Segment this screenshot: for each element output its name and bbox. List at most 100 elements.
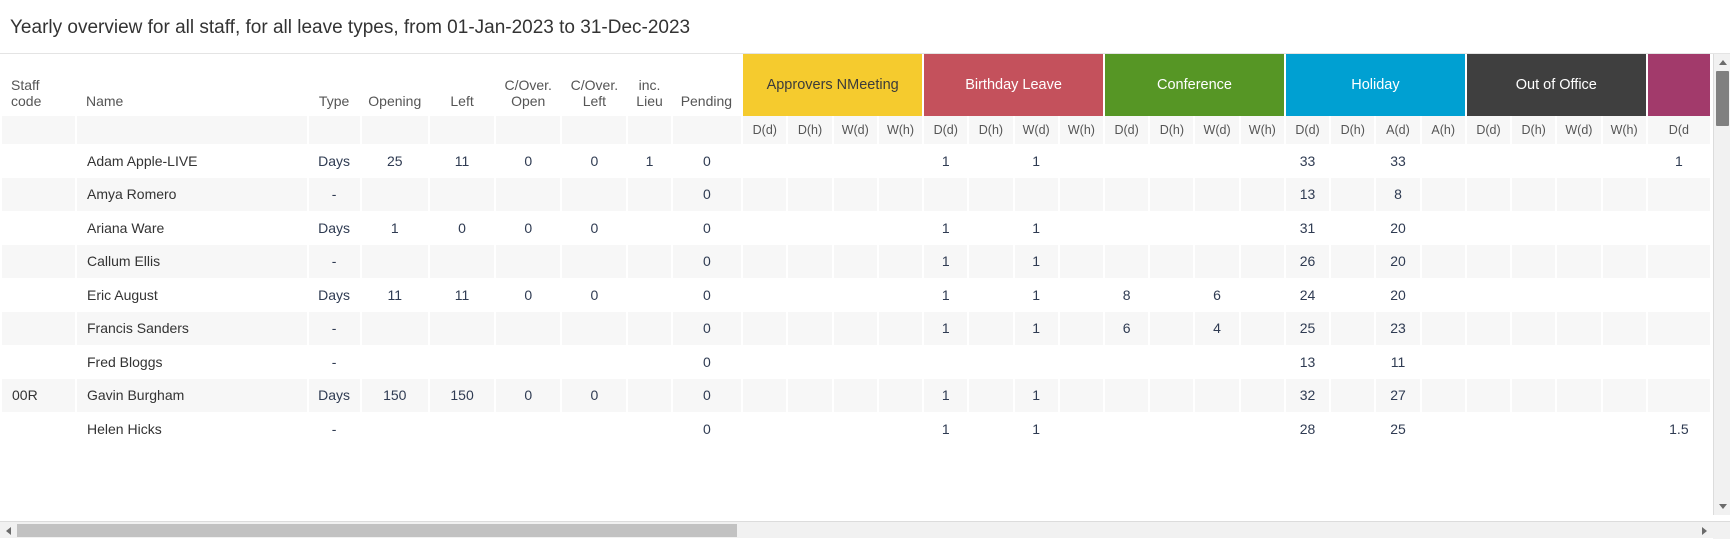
- table-row[interactable]: 00RGavin BurghamDays150150000113227: [1, 379, 1711, 413]
- cell-leave-value: [1647, 345, 1711, 379]
- sub-header-Dd[interactable]: D(d): [742, 116, 787, 144]
- cell-leave-value: [787, 278, 832, 312]
- column-header-code[interactable]: Staffcode: [1, 54, 76, 116]
- column-header-left[interactable]: Left: [429, 54, 495, 116]
- leave-type-group-header[interactable]: [1647, 54, 1711, 116]
- sub-header-Dd[interactable]: D(d): [923, 116, 968, 144]
- cell-leave-value: [1556, 312, 1601, 346]
- column-header-name[interactable]: Name: [76, 54, 308, 116]
- vertical-scrollbar[interactable]: [1713, 54, 1730, 515]
- cell-leave-value: 28: [1285, 412, 1330, 446]
- horizontal-scrollbar-thumb[interactable]: [17, 524, 737, 537]
- sub-header-Dh[interactable]: D(h): [1149, 116, 1194, 144]
- cell-leave-value: [1059, 144, 1104, 178]
- sub-header-Ah[interactable]: A(h): [1421, 116, 1466, 144]
- cell-leave-value: [742, 278, 787, 312]
- column-header-pending[interactable]: Pending: [672, 54, 743, 116]
- sub-header-Wd[interactable]: W(d): [1014, 116, 1059, 144]
- cell-cover_open: [495, 178, 561, 212]
- scroll-left-arrow-icon[interactable]: [0, 522, 17, 539]
- column-header-cover_left[interactable]: C/Over.Left: [561, 54, 627, 116]
- cell-pending: 0: [672, 178, 743, 212]
- table-row[interactable]: Callum Ellis-0112620: [1, 245, 1711, 279]
- cell-opening: 11: [361, 278, 429, 312]
- cell-leave-value: 4: [1194, 312, 1239, 346]
- column-header-line2: code: [11, 93, 76, 109]
- table-row[interactable]: Eric AugustDays111100011862420: [1, 278, 1711, 312]
- cell-leave-value: [1014, 178, 1059, 212]
- sub-header-Dd[interactable]: D(d): [1104, 116, 1149, 144]
- leave-type-group-header[interactable]: Conference: [1104, 54, 1285, 116]
- cell-inc_lieu: [627, 278, 671, 312]
- sub-header-Wd[interactable]: W(d): [833, 116, 878, 144]
- cell-leave-value: [1149, 379, 1194, 413]
- cell-leave-value: [1466, 379, 1511, 413]
- sub-header-Wd[interactable]: W(d): [1194, 116, 1239, 144]
- sub-header-Ad[interactable]: A(d): [1375, 116, 1420, 144]
- scroll-up-arrow-icon[interactable]: [1714, 54, 1730, 71]
- column-header-line2: Opening: [361, 93, 429, 109]
- sub-header-Wd[interactable]: W(d): [1556, 116, 1601, 144]
- cell-leave-value: 1: [923, 144, 968, 178]
- cell-cover_open: 0: [495, 278, 561, 312]
- horizontal-scrollbar[interactable]: [0, 521, 1730, 538]
- table-row[interactable]: Helen Hicks-01128251.5: [1, 412, 1711, 446]
- cell-leave-value: [1330, 178, 1375, 212]
- cell-leave-value: [1511, 144, 1556, 178]
- cell-leave-value: [1194, 412, 1239, 446]
- cell-type: -: [308, 412, 361, 446]
- leave-type-group-header[interactable]: Holiday: [1285, 54, 1466, 116]
- table-row[interactable]: Francis Sanders-011642523: [1, 312, 1711, 346]
- cell-leave-value: 1: [923, 412, 968, 446]
- scrollbar-corner: [1713, 522, 1730, 539]
- sub-header-blank: [672, 116, 743, 144]
- table-row[interactable]: Amya Romero-0138: [1, 178, 1711, 212]
- sub-header-Dd[interactable]: D(d): [1466, 116, 1511, 144]
- sub-header-Wh[interactable]: W(h): [1602, 116, 1647, 144]
- cell-leave-value: 1: [1647, 144, 1711, 178]
- cell-leave-value: [1556, 345, 1601, 379]
- cell-leave-value: 27: [1375, 379, 1420, 413]
- cell-leave-value: [1647, 278, 1711, 312]
- leave-type-group-header[interactable]: Birthday Leave: [923, 54, 1104, 116]
- vertical-scrollbar-track[interactable]: [1714, 71, 1730, 498]
- column-header-inc_lieu[interactable]: inc.Lieu: [627, 54, 671, 116]
- scroll-right-arrow-icon[interactable]: [1696, 522, 1713, 539]
- vertical-scrollbar-thumb[interactable]: [1716, 71, 1729, 126]
- cell-leave-value: [1330, 245, 1375, 279]
- sub-header-blank: [429, 116, 495, 144]
- sub-header-Wh[interactable]: W(h): [878, 116, 923, 144]
- cell-opening: 150: [361, 379, 429, 413]
- cell-leave-value: [1421, 144, 1466, 178]
- column-header-cover_open[interactable]: C/Over.Open: [495, 54, 561, 116]
- cell-leave-value: 13: [1285, 345, 1330, 379]
- cell-type: Days: [308, 211, 361, 245]
- cell-leave-value: [833, 379, 878, 413]
- leave-type-group-header[interactable]: Out of Office: [1466, 54, 1647, 116]
- cell-leave-value: [1466, 345, 1511, 379]
- cell-leave-value: [1556, 278, 1601, 312]
- sub-header-Wh[interactable]: W(h): [1240, 116, 1285, 144]
- sub-header-Dd[interactable]: D(d): [1285, 116, 1330, 144]
- column-header-line1: C/Over.: [561, 77, 627, 93]
- sub-header-Dd[interactable]: D(d: [1647, 116, 1711, 144]
- scroll-down-arrow-icon[interactable]: [1714, 498, 1730, 515]
- sub-header-Dh[interactable]: D(h): [787, 116, 832, 144]
- sub-header-Wh[interactable]: W(h): [1059, 116, 1104, 144]
- table-row[interactable]: Fred Bloggs-01311: [1, 345, 1711, 379]
- sub-header-Dh[interactable]: D(h): [968, 116, 1013, 144]
- cell-name: Ariana Ware: [76, 211, 308, 245]
- cell-leave-value: [1602, 178, 1647, 212]
- column-header-opening[interactable]: Opening: [361, 54, 429, 116]
- leave-type-group-header[interactable]: Approvers NMeeting: [742, 54, 923, 116]
- cell-leave-value: [1194, 178, 1239, 212]
- column-header-type[interactable]: Type: [308, 54, 361, 116]
- sub-header-Dh[interactable]: D(h): [1511, 116, 1556, 144]
- table-row[interactable]: Ariana WareDays10000113120: [1, 211, 1711, 245]
- table-row[interactable]: Adam Apple-LIVEDays251100101133331: [1, 144, 1711, 178]
- cell-opening: [361, 345, 429, 379]
- sub-header-Dh[interactable]: D(h): [1330, 116, 1375, 144]
- cell-pending: 0: [672, 144, 743, 178]
- cell-leave-value: [1330, 312, 1375, 346]
- cell-leave-value: [878, 412, 923, 446]
